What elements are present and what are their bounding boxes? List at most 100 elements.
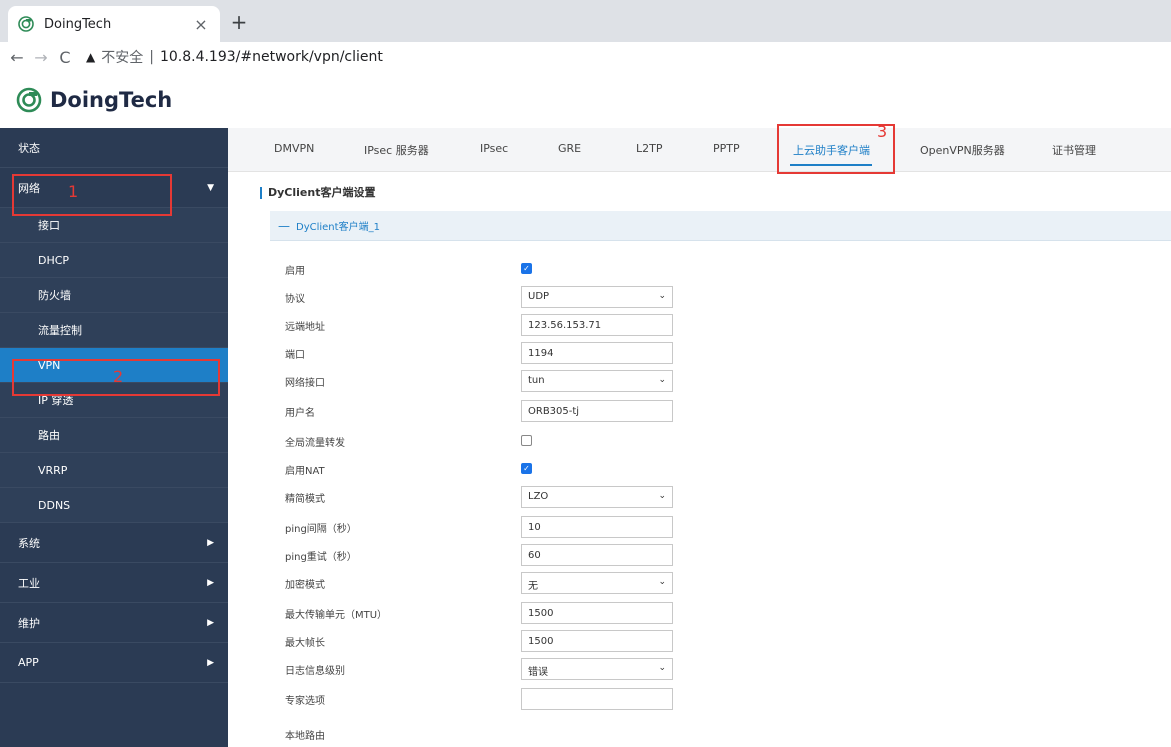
nat-checkbox[interactable]: ✓ [521, 463, 532, 474]
tab-dmvpn[interactable]: DMVPN [274, 142, 314, 155]
address-bar: ← → C ▲ 不安全 | 10.8.4.193/#network/vpn/cl… [0, 42, 1171, 72]
tab-l2tp[interactable]: L2TP [636, 142, 662, 155]
max-frame-input[interactable] [521, 630, 673, 652]
sidebar-item-label: 路由 [38, 429, 60, 442]
log-level-select[interactable]: 错误 ⌄ [521, 658, 673, 680]
form-row-enable: 启用 ✓ [285, 258, 685, 280]
select-value: LZO [528, 491, 549, 502]
form-row-encrypt: 加密模式 无 ⌄ [285, 572, 685, 594]
form-row-compress: 精简模式 LZO ⌄ [285, 486, 685, 508]
caret-right-icon: ▶ [207, 657, 214, 668]
field-label: 启用 [285, 266, 305, 277]
sidebar-item-label: VRRP [38, 463, 68, 477]
form-row-nat: 启用NAT ✓ [285, 458, 685, 480]
browser-tab[interactable]: DoingTech × [8, 6, 220, 42]
sidebar-item-dhcp[interactable]: DHCP [0, 243, 228, 278]
form-row-username: 用户名 [285, 400, 685, 422]
form-row-expert: 专家选项 [285, 688, 685, 710]
insecure-label: 不安全 [101, 50, 144, 66]
sidebar-item-app[interactable]: APP ▶ [0, 643, 228, 683]
browser-tab-title: DoingTech [44, 16, 112, 32]
section-title: DyClient客户端设置 [260, 187, 375, 199]
network-interface-select[interactable]: tun ⌄ [521, 370, 673, 392]
annotation-number-2: 2 [113, 367, 124, 386]
warning-icon[interactable]: ▲ [86, 50, 95, 64]
form-row-ping-retry: ping重试（秒） [285, 544, 685, 566]
chevron-down-icon: ⌄ [658, 491, 666, 501]
chevron-down-icon: ⌄ [658, 375, 666, 385]
sidebar-item-label: 状态 [18, 141, 40, 155]
sidebar-item-vrrp[interactable]: VRRP [0, 453, 228, 488]
field-label: 日志信息级别 [285, 666, 345, 677]
form-row-mtu: 最大传输单元（MTU） [285, 602, 685, 624]
ping-interval-input[interactable] [521, 516, 673, 538]
annotation-number-3: 3 [877, 122, 888, 141]
sidebar-item-label: 维护 [18, 616, 40, 630]
tab-certificate-management[interactable]: 证书管理 [1052, 142, 1096, 158]
chevron-down-icon: ⌄ [658, 663, 666, 673]
protocol-select[interactable]: UDP ⌄ [521, 286, 673, 308]
sidebar-item-ddns[interactable]: DDNS [0, 488, 228, 523]
sidebar-item-label: 防火墙 [38, 289, 71, 302]
url-field[interactable]: ▲ 不安全 | 10.8.4.193/#network/vpn/client [86, 47, 383, 67]
form-row-remote: 远端地址 [285, 314, 685, 336]
field-label: 启用NAT [285, 466, 325, 477]
reload-icon[interactable]: C [54, 48, 76, 67]
collapse-icon[interactable]: — [278, 219, 290, 233]
annotation-box-network [12, 174, 172, 216]
port-input[interactable] [521, 342, 673, 364]
caret-right-icon: ▶ [207, 537, 214, 548]
form-row-netif: 网络接口 tun ⌄ [285, 370, 685, 392]
url-separator: | [149, 49, 154, 65]
sidebar-item-label: 流量控制 [38, 324, 82, 337]
field-label: 精简模式 [285, 494, 325, 505]
logo-text: DoingTech [50, 88, 173, 112]
field-label: 加密模式 [285, 580, 325, 591]
caret-right-icon: ▶ [207, 577, 214, 588]
select-value: UDP [528, 291, 550, 302]
sidebar-item-label: DDNS [38, 498, 71, 512]
field-label: 专家选项 [285, 696, 325, 707]
sidebar-item-label: 系统 [18, 536, 40, 550]
sidebar-item-traffic-control[interactable]: 流量控制 [0, 313, 228, 348]
new-tab-icon[interactable]: + [226, 11, 252, 33]
local-route-heading: 本地路由 [285, 731, 325, 742]
tab-ipsec-server[interactable]: IPsec 服务器 [364, 142, 429, 158]
compress-mode-select[interactable]: LZO ⌄ [521, 486, 673, 508]
field-label: 用户名 [285, 408, 315, 419]
ping-retry-input[interactable] [521, 544, 673, 566]
select-value: 无 [528, 581, 538, 592]
browser-tab-bar: DoingTech × + [0, 0, 1171, 42]
username-input[interactable] [521, 400, 673, 422]
tab-ipsec[interactable]: IPsec [480, 142, 508, 155]
group-label: DyClient客户端_1 [296, 222, 380, 233]
encrypt-mode-select[interactable]: 无 ⌄ [521, 572, 673, 594]
sidebar-item-routing[interactable]: 路由 [0, 418, 228, 453]
sidebar-item-industrial[interactable]: 工业 ▶ [0, 563, 228, 603]
remote-address-input[interactable] [521, 314, 673, 336]
forward-icon[interactable]: → [30, 48, 52, 67]
doingtech-logo-icon [16, 87, 42, 113]
sidebar-item-firewall[interactable]: 防火墙 [0, 278, 228, 313]
enable-checkbox[interactable]: ✓ [521, 263, 532, 274]
tab-gre[interactable]: GRE [558, 142, 581, 155]
global-forward-checkbox[interactable] [521, 435, 532, 446]
doingtech-favicon-icon [18, 16, 34, 32]
sidebar-item-system[interactable]: 系统 ▶ [0, 523, 228, 563]
tab-openvpn-server[interactable]: OpenVPN服务器 [920, 142, 1005, 158]
url-text: 10.8.4.193/#network/vpn/client [159, 49, 383, 65]
form-row-ping-interval: ping间隔（秒） [285, 516, 685, 538]
back-icon[interactable]: ← [6, 48, 28, 67]
tab-close-icon[interactable]: × [192, 15, 210, 34]
sidebar-item-label: 接口 [38, 219, 60, 232]
sidebar-item-status[interactable]: 状态 [0, 128, 228, 168]
caret-right-icon: ▶ [207, 617, 214, 628]
group-header[interactable]: — DyClient客户端_1 [270, 211, 1171, 241]
select-value: tun [528, 375, 545, 386]
mtu-input[interactable] [521, 602, 673, 624]
form-row-port: 端口 [285, 342, 685, 364]
sidebar: 状态 网络 ▼ 接口 DHCP 防火墙 流量控制 VPN IP 穿透 路由 VRR… [0, 128, 228, 747]
sidebar-item-maintenance[interactable]: 维护 ▶ [0, 603, 228, 643]
expert-options-input[interactable] [521, 688, 673, 710]
tab-pptp[interactable]: PPTP [713, 142, 740, 155]
